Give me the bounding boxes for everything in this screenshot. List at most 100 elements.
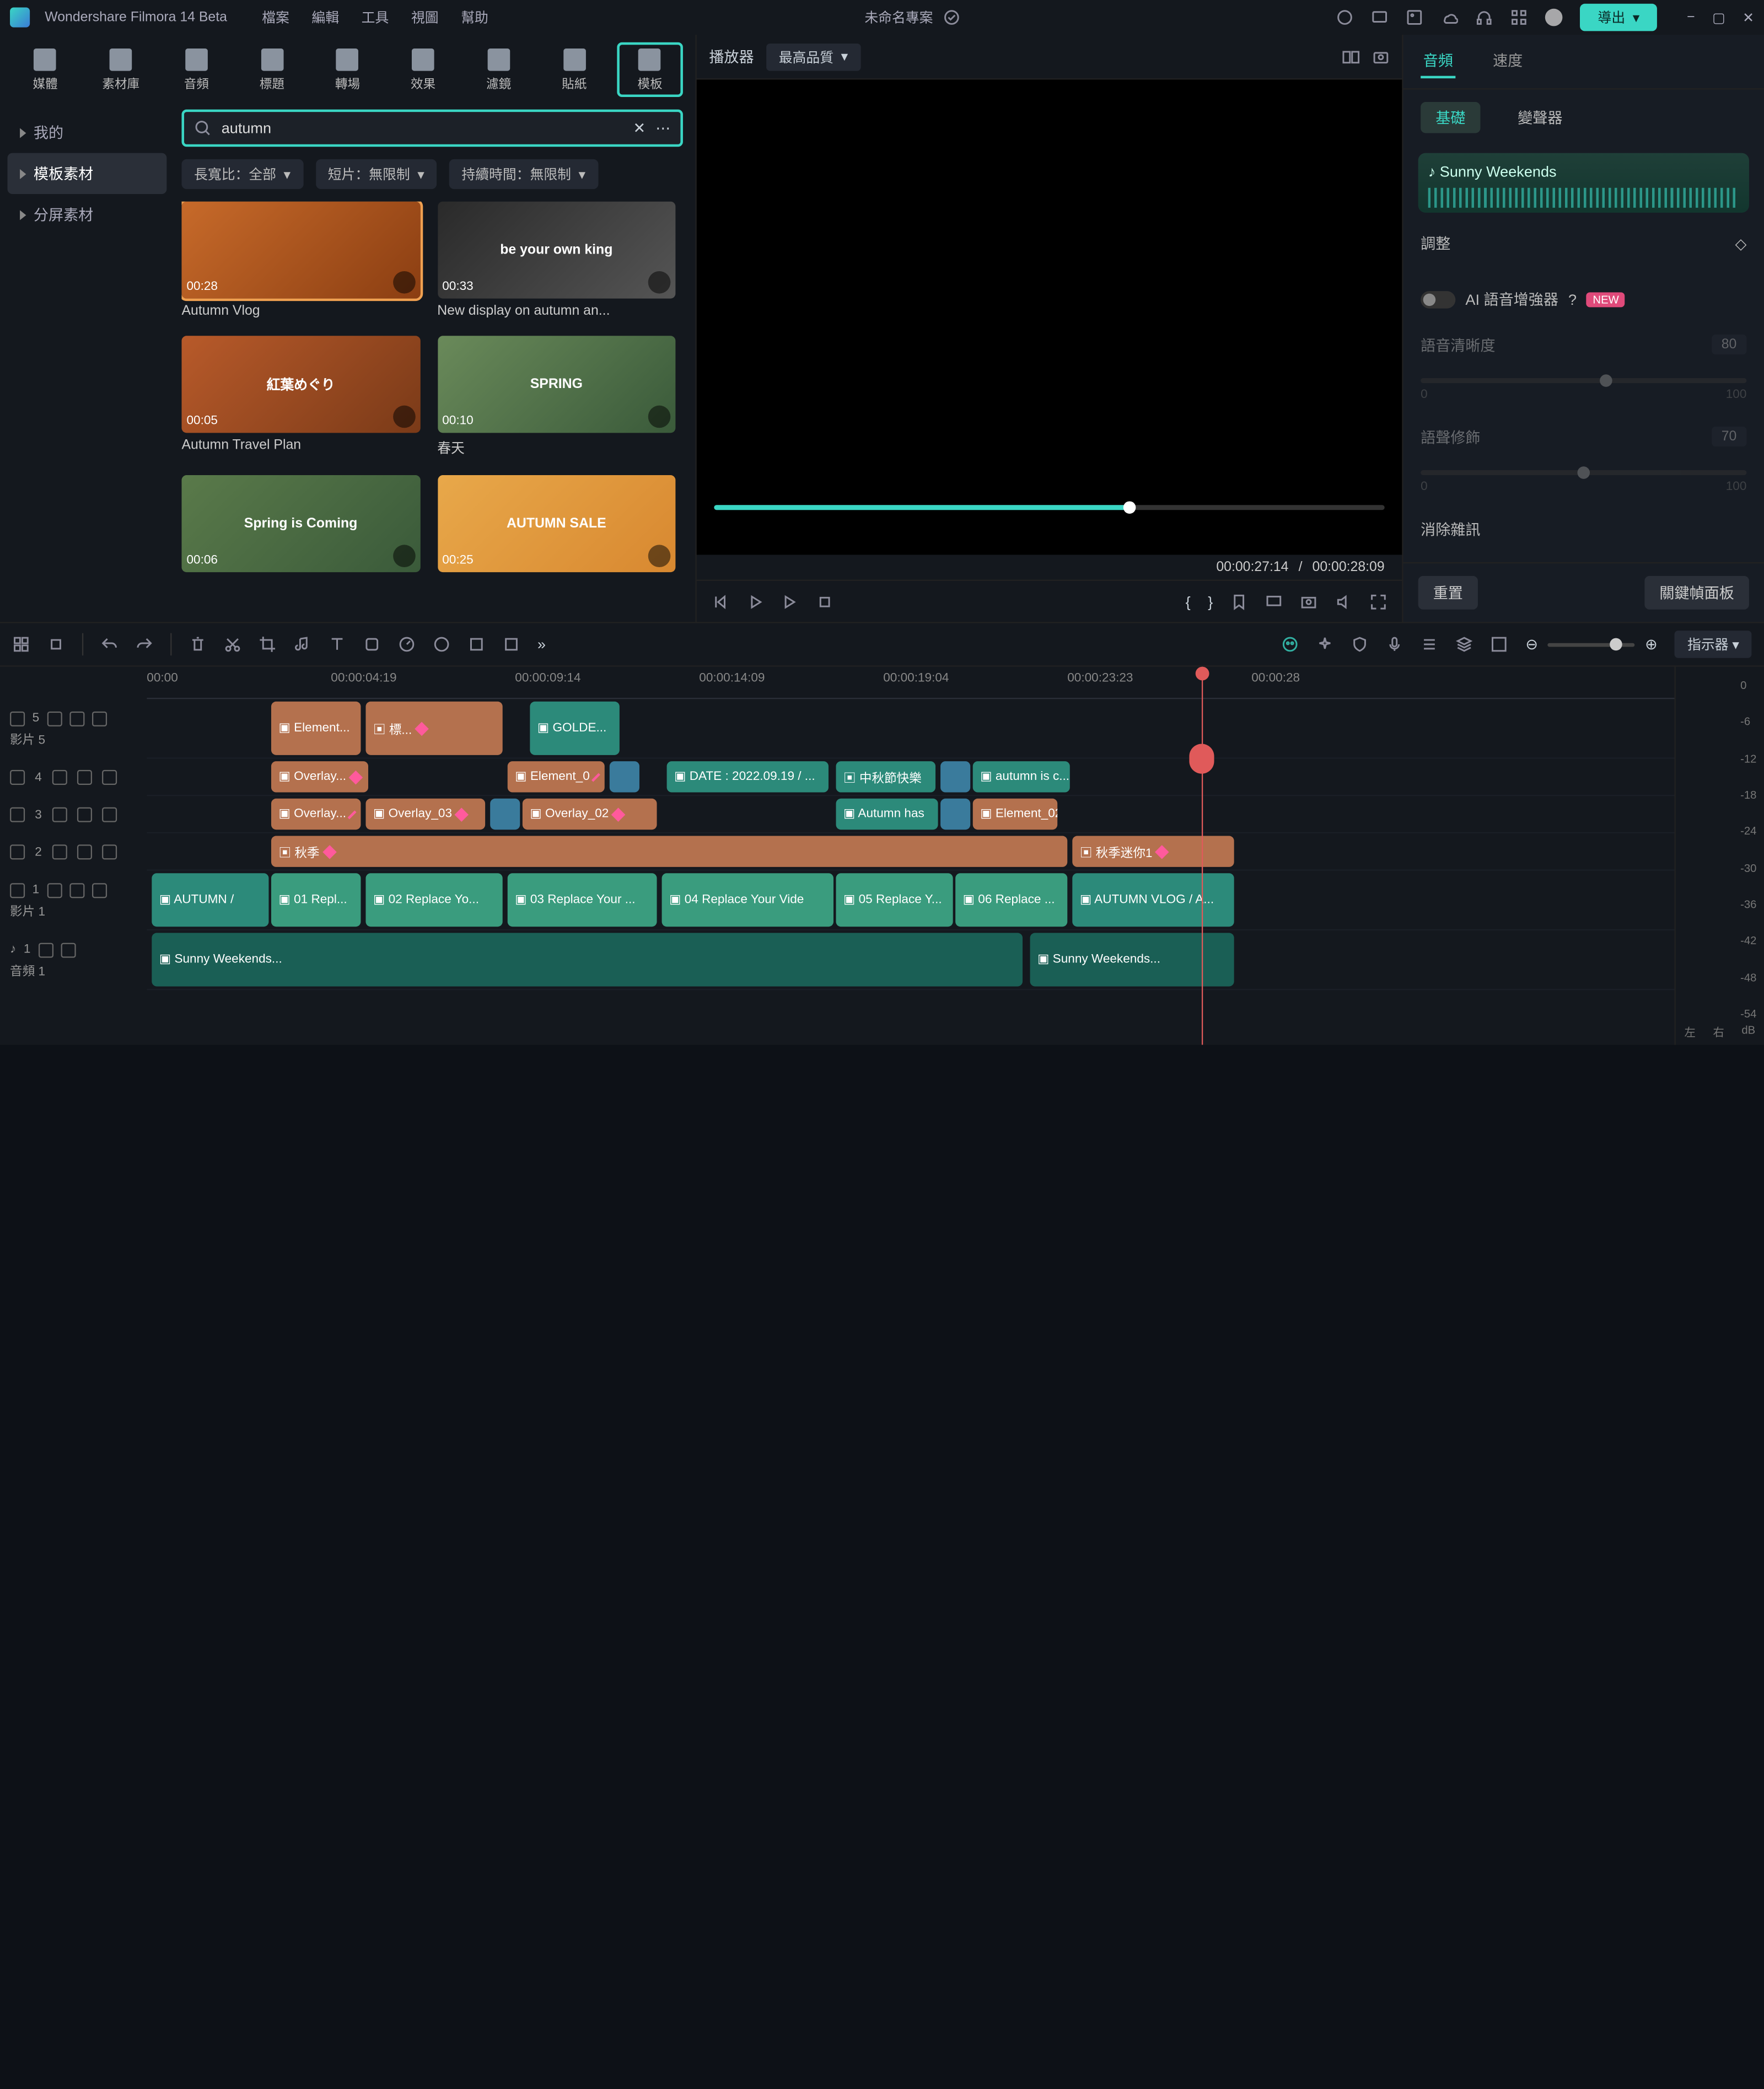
- indicator-dropdown[interactable]: 指示器 ▾: [1675, 631, 1751, 658]
- clip[interactable]: ▣ 05 Replace Y...: [836, 873, 953, 927]
- delete-icon[interactable]: [189, 636, 207, 653]
- clip[interactable]: ▣ 秋季: [271, 836, 1067, 867]
- prev-frame-icon[interactable]: [712, 593, 729, 610]
- minimize-button[interactable]: −: [1687, 9, 1695, 25]
- fullscreen-icon[interactable]: [1370, 593, 1387, 610]
- insp-tab-audio[interactable]: 音頻: [1421, 45, 1455, 78]
- clip[interactable]: [610, 761, 639, 792]
- avatar[interactable]: [1546, 9, 1563, 26]
- stop-icon[interactable]: [816, 593, 833, 610]
- display-icon[interactable]: [1265, 593, 1283, 610]
- clip[interactable]: ▣ 03 Replace Your ...: [508, 873, 657, 927]
- download-icon[interactable]: [648, 271, 671, 294]
- search-input[interactable]: [222, 120, 623, 137]
- clip[interactable]: ▣ 01 Repl...: [271, 873, 361, 927]
- track-head-3[interactable]: 3: [0, 796, 147, 833]
- template-card[interactable]: 00:33be your own kingNew display on autu…: [437, 202, 675, 319]
- clip[interactable]: ▣ Overlay...: [271, 761, 368, 792]
- track-row-a1[interactable]: ▣ Sunny Weekends...▣ Sunny Weekends...: [147, 930, 1674, 990]
- keyframe-button[interactable]: 關鍵幀面板: [1644, 576, 1749, 610]
- progress-bar[interactable]: [714, 505, 1384, 510]
- tab-stickers[interactable]: 貼紙: [541, 42, 607, 97]
- sound-card[interactable]: ♪ Sunny Weekends: [1418, 153, 1749, 213]
- zoom-in[interactable]: ⊕: [1645, 636, 1658, 653]
- image-icon[interactable]: [1406, 9, 1424, 26]
- cloud-icon[interactable]: [1441, 9, 1459, 26]
- speed-icon[interactable]: [398, 636, 416, 653]
- clip[interactable]: ▣ Sunny Weekends...: [1030, 933, 1234, 987]
- download-icon[interactable]: [392, 406, 415, 428]
- cut-handle[interactable]: [1189, 744, 1214, 774]
- subtab-basic[interactable]: 基礎: [1421, 102, 1480, 133]
- track-head-a1[interactable]: ♪1 音頻 1: [0, 930, 147, 990]
- template-card[interactable]: 00:06Spring is Coming: [181, 475, 420, 577]
- menu-tools[interactable]: 工具: [362, 8, 389, 28]
- redo-icon[interactable]: [136, 636, 153, 653]
- download-icon[interactable]: [392, 545, 415, 567]
- quality-select[interactable]: 最高品質 ▾: [766, 43, 860, 71]
- color-icon[interactable]: [433, 636, 450, 653]
- sidenav-my[interactable]: 我的: [8, 112, 167, 153]
- zoom-slider[interactable]: [1548, 643, 1635, 647]
- playhead[interactable]: [1202, 667, 1203, 1045]
- tab-media[interactable]: 媒體: [13, 42, 78, 97]
- clip[interactable]: ▣ 標...: [365, 702, 502, 755]
- compare-icon[interactable]: [1342, 48, 1360, 66]
- reset-button[interactable]: 重置: [1418, 576, 1478, 610]
- track-head-2[interactable]: 2: [0, 833, 147, 871]
- tool-square[interactable]: [363, 636, 381, 653]
- clip[interactable]: [490, 799, 520, 830]
- template-card[interactable]: 00:10SPRING春天: [437, 336, 675, 457]
- clip[interactable]: ▣ Element...: [271, 702, 361, 755]
- preview-viewport[interactable]: [697, 79, 1402, 554]
- menu-file[interactable]: 檔案: [262, 8, 289, 28]
- filter-aspect[interactable]: 長寬比：全部 ▾: [181, 159, 303, 189]
- menu-edit[interactable]: 編輯: [311, 8, 339, 28]
- template-card[interactable]: 00:05紅葉めぐりAutumn Travel Plan: [181, 336, 420, 457]
- apps-icon[interactable]: [1511, 9, 1529, 26]
- template-card[interactable]: 00:28Autumn Vlog: [181, 202, 420, 319]
- track-head-4[interactable]: 4: [0, 759, 147, 796]
- tab-transitions[interactable]: 轉場: [315, 42, 380, 97]
- circle-icon[interactable]: [1337, 9, 1354, 26]
- clip[interactable]: ▣ DATE : 2022.09.19 / ...: [667, 761, 829, 792]
- cut-icon[interactable]: [224, 636, 241, 653]
- download-icon[interactable]: [392, 271, 415, 294]
- zoom-out[interactable]: ⊖: [1525, 636, 1538, 653]
- clip[interactable]: ▣ Element_02: [973, 799, 1057, 830]
- tab-audio[interactable]: 音頻: [164, 42, 229, 97]
- tab-templates[interactable]: 模板: [617, 42, 683, 97]
- tool-1[interactable]: [13, 636, 30, 653]
- menu-view[interactable]: 視圖: [411, 8, 439, 28]
- more-icon[interactable]: ⋯: [655, 120, 670, 137]
- play-pause-icon[interactable]: [746, 593, 764, 610]
- brace-right[interactable]: }: [1208, 593, 1213, 610]
- trim-slider[interactable]: [1421, 470, 1746, 475]
- clip[interactable]: ▣ Sunny Weekends...: [152, 933, 1023, 987]
- more-tools[interactable]: »: [537, 636, 546, 653]
- screen-icon[interactable]: [1372, 9, 1389, 26]
- diamond-icon[interactable]: ◇: [1735, 234, 1747, 252]
- tool-2[interactable]: [47, 636, 65, 653]
- clip[interactable]: ▣ 中秋節快樂: [836, 761, 936, 792]
- tab-titles[interactable]: 標題: [239, 42, 305, 97]
- crop-icon[interactable]: [259, 636, 276, 653]
- tab-effects[interactable]: 效果: [390, 42, 456, 97]
- insp-tab-speed[interactable]: 速度: [1491, 45, 1525, 78]
- timeline-ruler[interactable]: 00:0000:00:04:1900:00:09:1400:00:14:0900…: [147, 667, 1674, 699]
- maximize-button[interactable]: ▢: [1712, 9, 1725, 25]
- brace-left[interactable]: {: [1186, 593, 1191, 610]
- track-row-1[interactable]: ▣ AUTUMN /▣ 01 Repl...▣ 02 Replace Yo...…: [147, 871, 1674, 930]
- subtab-voicechanger[interactable]: 變聲器: [1503, 102, 1577, 133]
- tab-filters[interactable]: 濾鏡: [466, 42, 531, 97]
- export-button[interactable]: 導出 ▾: [1580, 4, 1657, 31]
- clip[interactable]: ▣ Overlay...: [271, 799, 361, 830]
- music-icon[interactable]: [294, 636, 311, 653]
- menu-help[interactable]: 幫助: [461, 8, 488, 28]
- track-row-2[interactable]: ▣ 秋季▣ 秋季迷你1: [147, 833, 1674, 871]
- track-head-1[interactable]: 1 影片 1: [0, 871, 147, 930]
- clip[interactable]: [940, 799, 970, 830]
- sidenav-template[interactable]: 模板素材: [8, 153, 167, 194]
- clip[interactable]: ▣ Overlay_02: [523, 799, 657, 830]
- filter-duration[interactable]: 持續時間：無限制 ▾: [449, 159, 598, 189]
